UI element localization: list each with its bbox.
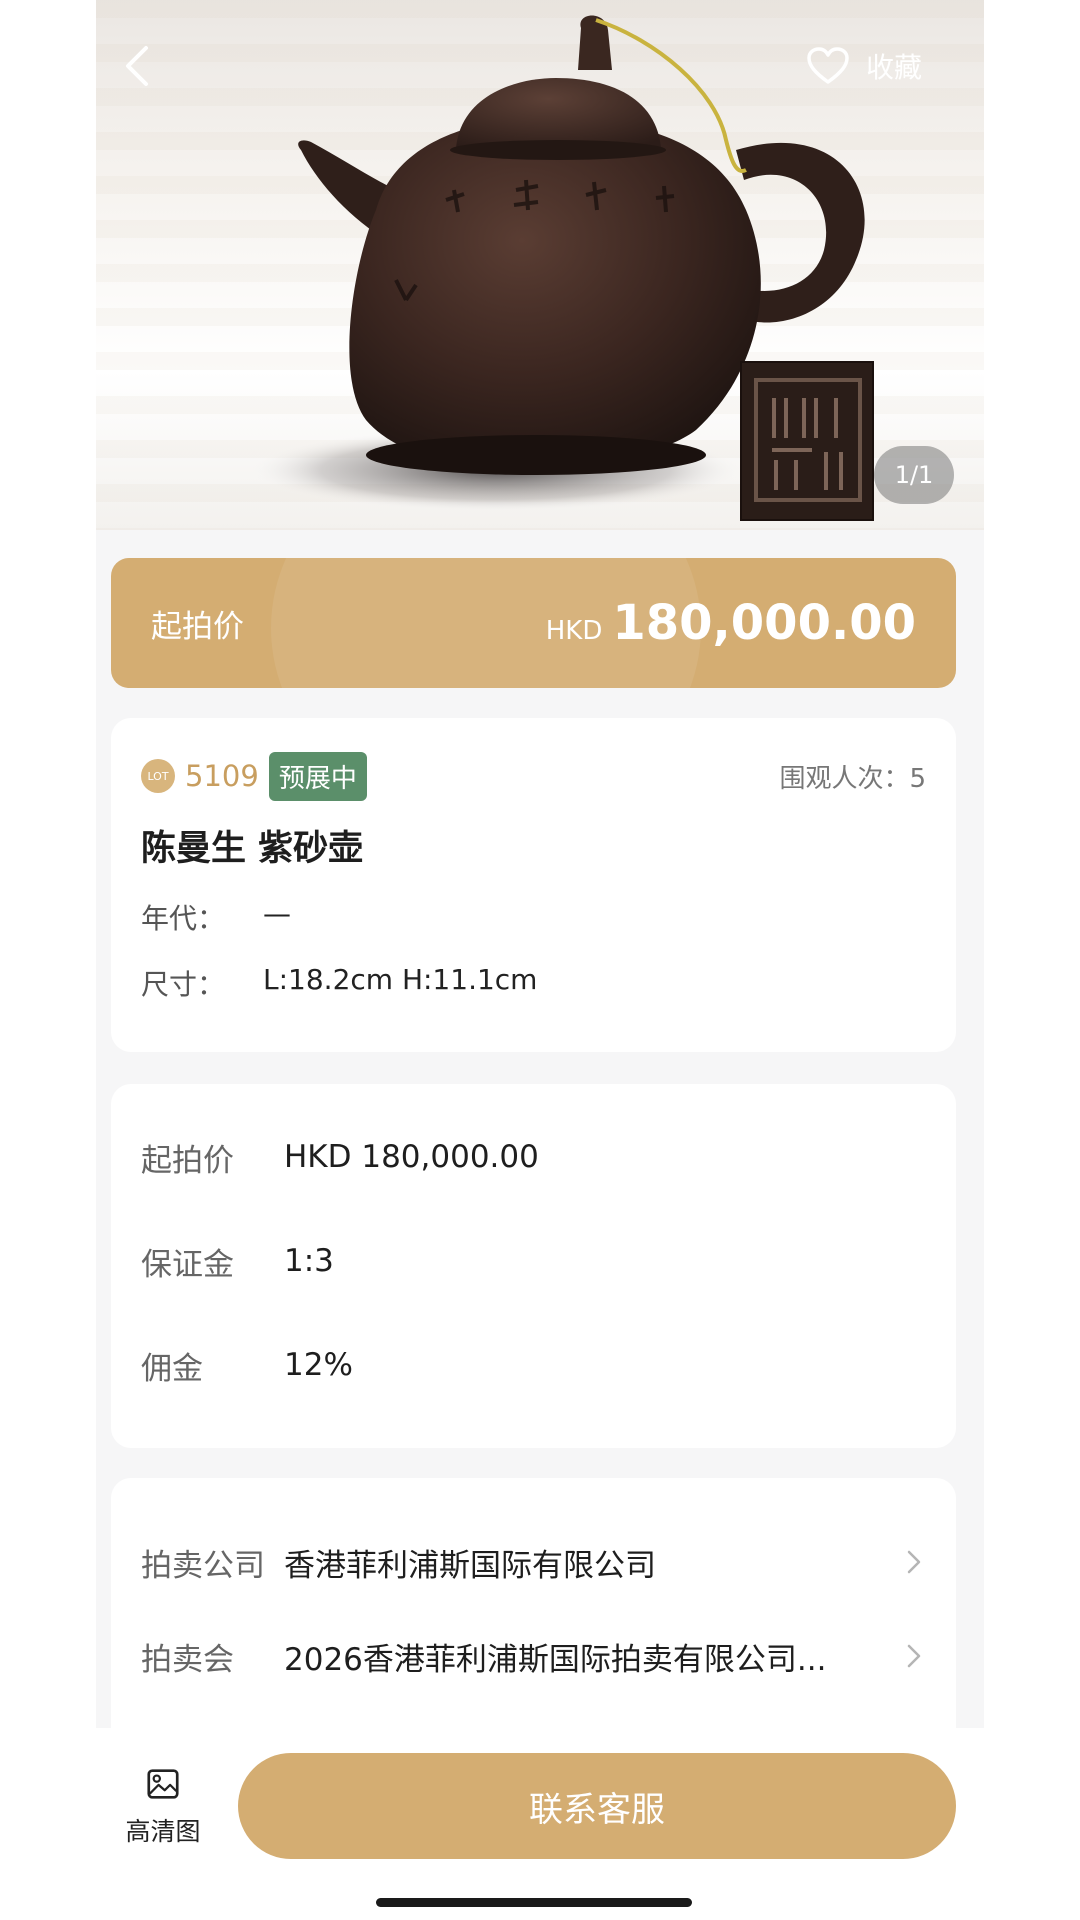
banner-label: 起拍价 — [151, 608, 244, 645]
starting-price-banner: 起拍价 HKD 180,000.00 — [111, 558, 956, 688]
app-screen: 收藏 1/1 起拍价 HKD 180,000.00 LOT 5109 预展中 围… — [96, 0, 984, 1920]
chevron-right-icon — [907, 1550, 921, 1574]
status-badge: 预展中 — [268, 751, 367, 801]
fee-value: 1:3 — [284, 1243, 334, 1279]
favorite-label: 收藏 — [865, 51, 922, 84]
chevron-right-icon — [907, 1644, 921, 1668]
favorite-button[interactable]: 收藏 — [806, 44, 922, 88]
fee-value: 12% — [284, 1347, 353, 1383]
fee-label: 佣金 — [141, 1350, 203, 1387]
banner-price: HKD 180,000.00 — [546, 595, 916, 651]
fee-row-starting-price: 起拍价 HKD 180,000.00 — [141, 1124, 926, 1190]
lot-info-card: LOT 5109 预展中 围观人次：5 陈曼生 紫砂壶 年代： — 尺寸： L:… — [111, 718, 956, 1052]
lot-header-row: LOT 5109 预展中 围观人次：5 — [141, 751, 926, 801]
lot-image-gallery[interactable]: 收藏 1/1 — [96, 0, 984, 530]
banner-amount: 180,000.00 — [612, 595, 916, 651]
spec-row-size: 尺寸： L:18.2cm H:11.1cm — [141, 963, 926, 1003]
heart-outline-icon — [807, 47, 849, 84]
spec-row-era: 年代： — — [141, 897, 926, 937]
image-icon — [147, 1769, 179, 1799]
bottom-action-bar: 高清图 联系客服 — [96, 1728, 984, 1920]
lot-title: 陈曼生 紫砂壶 — [141, 829, 364, 869]
chevron-left-icon — [126, 46, 148, 86]
contact-service-button[interactable]: 联系客服 — [238, 1753, 956, 1859]
spec-label: 尺寸： — [141, 968, 226, 1001]
image-page-indicator: 1/1 — [874, 446, 954, 504]
spec-value: L:18.2cm H:11.1cm — [263, 963, 538, 996]
viewer-count: 围观人次：5 — [779, 763, 926, 794]
hd-image-button[interactable]: 高清图 — [108, 1768, 218, 1848]
fee-row-commission: 佣金 12% — [141, 1332, 926, 1398]
banner-currency: HKD — [545, 616, 603, 646]
hd-image-label: 高清图 — [125, 1817, 201, 1846]
fee-row-deposit: 保证金 1:3 — [141, 1228, 926, 1294]
spec-label: 年代： — [141, 902, 226, 935]
auction-company-link[interactable]: 拍卖公司 香港菲利浦斯国际有限公司 — [141, 1524, 926, 1600]
auction-session-link[interactable]: 拍卖会 2026香港菲利浦斯国际拍卖有限公司... — [141, 1618, 926, 1694]
link-value: 香港菲利浦斯国际有限公司 — [284, 1547, 656, 1584]
fee-value: HKD 180,000.00 — [284, 1139, 539, 1175]
fee-label: 保证金 — [141, 1246, 234, 1283]
link-label: 拍卖会 — [141, 1641, 234, 1678]
lot-number: 5109 — [185, 759, 259, 793]
link-label: 拍卖公司 — [141, 1547, 265, 1584]
back-button[interactable] — [116, 40, 160, 92]
fees-card: 起拍价 HKD 180,000.00 保证金 1:3 佣金 12% — [111, 1084, 956, 1448]
spec-value: — — [263, 897, 291, 930]
home-indicator[interactable] — [376, 1898, 692, 1907]
lot-icon: LOT — [141, 759, 175, 793]
link-value: 2026香港菲利浦斯国际拍卖有限公司... — [284, 1641, 827, 1678]
fee-label: 起拍价 — [141, 1142, 234, 1179]
